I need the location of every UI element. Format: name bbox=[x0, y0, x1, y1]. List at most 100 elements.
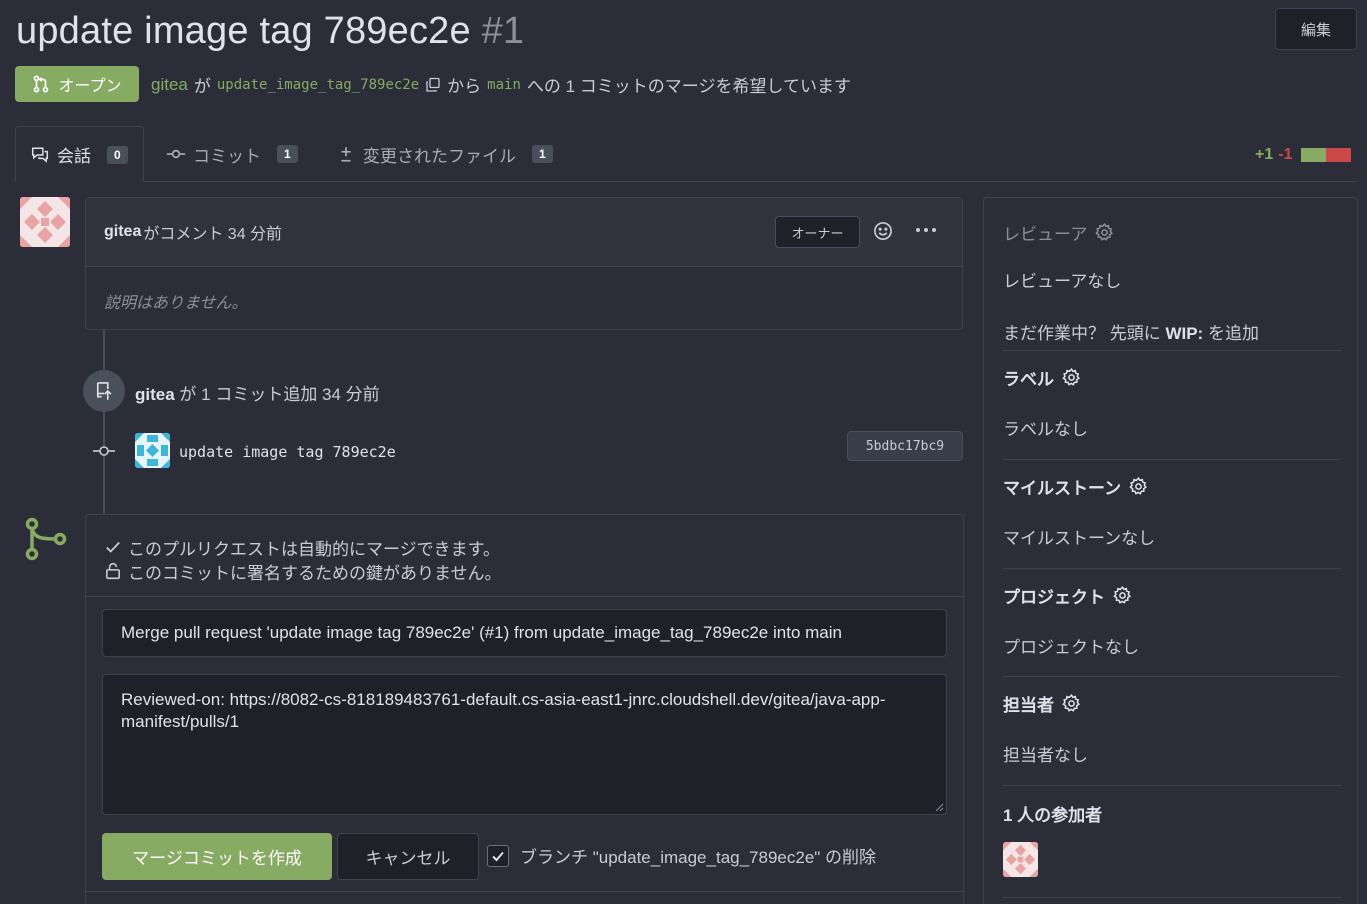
pull-request-icon bbox=[34, 75, 49, 93]
milestone-value: マイルストーンなし bbox=[1003, 529, 1156, 548]
projects-header[interactable]: プロジェクト bbox=[1003, 583, 1341, 608]
summary-text: への 1 コミットのマージを希望しています bbox=[526, 77, 851, 96]
signing-text: このコミットに署名するための鍵がありません。 bbox=[128, 563, 502, 583]
merge-icon bbox=[25, 517, 67, 561]
delete-branch-label: ブランチ "update_image_tag_789ec2e" の削除 bbox=[520, 848, 877, 867]
comment-header: gitea がコメント 34 分前 オーナー bbox=[86, 198, 962, 267]
head-branch-link[interactable]: update_image_tag_789ec2e bbox=[217, 77, 419, 93]
delete-branch-option[interactable]: ブランチ "update_image_tag_789ec2e" の削除 bbox=[487, 843, 876, 868]
divider bbox=[1003, 459, 1341, 460]
divider bbox=[1003, 897, 1341, 898]
assignees-value: 担当者なし bbox=[1003, 746, 1088, 765]
diffstat-bar bbox=[1301, 148, 1352, 162]
reviewers-title: レビューア bbox=[1003, 225, 1088, 244]
additions-count: +1 bbox=[1255, 146, 1274, 163]
comment-body: 説明はありません。 bbox=[104, 295, 248, 312]
push-event-badge bbox=[83, 370, 125, 412]
author-link[interactable]: gitea bbox=[151, 75, 188, 95]
divider bbox=[1003, 350, 1341, 351]
reviewers-section: レビューア レビューアなし まだ作業中？ 先頭に WIP: を追加 bbox=[1003, 220, 1341, 344]
labels-header[interactable]: ラベル bbox=[1003, 365, 1341, 390]
kebab-icon[interactable] bbox=[914, 220, 938, 240]
status-label: オープン bbox=[58, 78, 122, 95]
tab-files[interactable]: 変更されたファイル 1 bbox=[337, 126, 553, 182]
projects-value: プロジェクトなし bbox=[1003, 638, 1139, 657]
gear-icon[interactable] bbox=[1062, 368, 1081, 387]
commit-message-link[interactable]: update image tag 789ec2e bbox=[179, 443, 396, 461]
tab-label: コミット bbox=[193, 146, 261, 166]
copy-icon[interactable] bbox=[425, 77, 441, 93]
gear-icon[interactable] bbox=[1129, 477, 1148, 496]
merge-box: このプルリクエストは自動的にマージできます。 このコミットに署名するための鍵があ… bbox=[85, 514, 964, 904]
merge-message-textarea[interactable]: Reviewed-on: https://8082-cs-81818948376… bbox=[102, 674, 947, 815]
gear-icon[interactable] bbox=[1113, 586, 1132, 605]
comment-author[interactable]: gitea bbox=[104, 223, 141, 241]
tab-label: 変更されたファイル bbox=[363, 146, 516, 166]
commit-icon bbox=[167, 149, 185, 159]
deletions-count: -1 bbox=[1278, 146, 1293, 163]
pr-summary: gitea が update_image_tag_789ec2e から main… bbox=[151, 72, 851, 97]
divider bbox=[1003, 568, 1341, 569]
event-author[interactable]: gitea bbox=[135, 385, 175, 404]
mergeable-status: このプルリクエストは自動的にマージできます。 bbox=[104, 535, 945, 559]
comment-meta: がコメント 34 分前 bbox=[143, 226, 283, 243]
assignees-header[interactable]: 担当者 bbox=[1003, 691, 1341, 716]
gear-icon[interactable] bbox=[1062, 694, 1081, 713]
wip-keyword: WIP: bbox=[1165, 324, 1204, 343]
signing-status: このコミットに署名するための鍵がありません。 bbox=[104, 559, 945, 583]
pr-tabs: 会話 0 コミット 1 変更されたファイル 1 bbox=[15, 126, 1357, 183]
labels-title: ラベル bbox=[1003, 370, 1054, 389]
participants-section: 1 人の参加者 bbox=[1003, 801, 1341, 826]
tab-commits[interactable]: コミット 1 bbox=[167, 126, 298, 182]
sidebar: レビューア レビューアなし まだ作業中？ 先頭に WIP: を追加 ラベル ラベ… bbox=[983, 197, 1358, 904]
tab-count: 1 bbox=[277, 145, 298, 163]
cancel-button[interactable]: キャンセル bbox=[337, 833, 479, 880]
conversation-icon bbox=[31, 147, 49, 163]
status-badge: オープン bbox=[15, 66, 139, 102]
divider bbox=[1003, 676, 1341, 677]
checkmark-icon bbox=[492, 851, 504, 861]
participant-avatar[interactable] bbox=[1003, 842, 1038, 877]
timeline-line bbox=[103, 330, 105, 515]
pr-number: #1 bbox=[481, 10, 525, 52]
tab-count: 0 bbox=[107, 145, 128, 164]
merge-title-input[interactable] bbox=[102, 609, 947, 657]
divider bbox=[1003, 785, 1341, 786]
particle-ga: が bbox=[193, 77, 211, 96]
tab-label: 会話 bbox=[57, 147, 91, 166]
milestone-header[interactable]: マイルストーン bbox=[1003, 474, 1341, 499]
diff-icon bbox=[341, 147, 351, 162]
gear-icon[interactable] bbox=[1095, 223, 1114, 242]
wip-suffix: を追加 bbox=[1203, 324, 1259, 343]
wip-hint[interactable]: まだ作業中？ 先頭に WIP: を追加 bbox=[1003, 319, 1341, 344]
from-text: から bbox=[447, 77, 482, 96]
labels-value: ラベルなし bbox=[1003, 420, 1088, 439]
merge-status: このプルリクエストは自動的にマージできます。 このコミットに署名するための鍵があ… bbox=[86, 515, 963, 597]
participants-title: 1 人の参加者 bbox=[1003, 806, 1103, 825]
create-merge-commit-button[interactable]: マージコミットを作成 bbox=[102, 833, 332, 880]
resize-grip-icon[interactable] bbox=[934, 802, 944, 812]
comment-box: gitea がコメント 34 分前 オーナー 説明はありません。 bbox=[85, 197, 963, 330]
reviewers-header[interactable]: レビューア bbox=[1003, 220, 1341, 245]
divider bbox=[86, 891, 963, 892]
edit-button[interactable]: 編集 bbox=[1275, 8, 1357, 50]
tab-conversation[interactable]: 会話 0 bbox=[15, 126, 144, 183]
tab-count: 1 bbox=[532, 145, 553, 163]
base-branch-link[interactable]: main bbox=[487, 77, 521, 93]
milestone-section: マイルストーン マイルストーンなし bbox=[1003, 474, 1341, 549]
labels-section: ラベル ラベルなし bbox=[1003, 365, 1341, 440]
milestone-title: マイルストーン bbox=[1003, 479, 1122, 498]
owner-label: オーナー bbox=[775, 216, 860, 248]
avatar[interactable] bbox=[20, 197, 70, 247]
commit-sha-button[interactable]: 5bdbc17bc9 bbox=[847, 431, 963, 461]
avatar[interactable] bbox=[135, 433, 170, 468]
commit-icon bbox=[93, 446, 115, 456]
projects-section: プロジェクト プロジェクトなし bbox=[1003, 583, 1341, 658]
wip-prefix: まだ作業中？ 先頭に bbox=[1003, 324, 1166, 343]
delete-branch-checkbox[interactable] bbox=[487, 844, 509, 867]
mergeable-text: このプルリクエストは自動的にマージできます。 bbox=[128, 539, 500, 559]
unlock-icon bbox=[106, 562, 120, 580]
push-event-text: gitea が 1 コミット追加 34 分前 bbox=[135, 380, 380, 405]
smiley-icon[interactable] bbox=[873, 221, 893, 241]
assignees-section: 担当者 担当者なし bbox=[1003, 691, 1341, 766]
